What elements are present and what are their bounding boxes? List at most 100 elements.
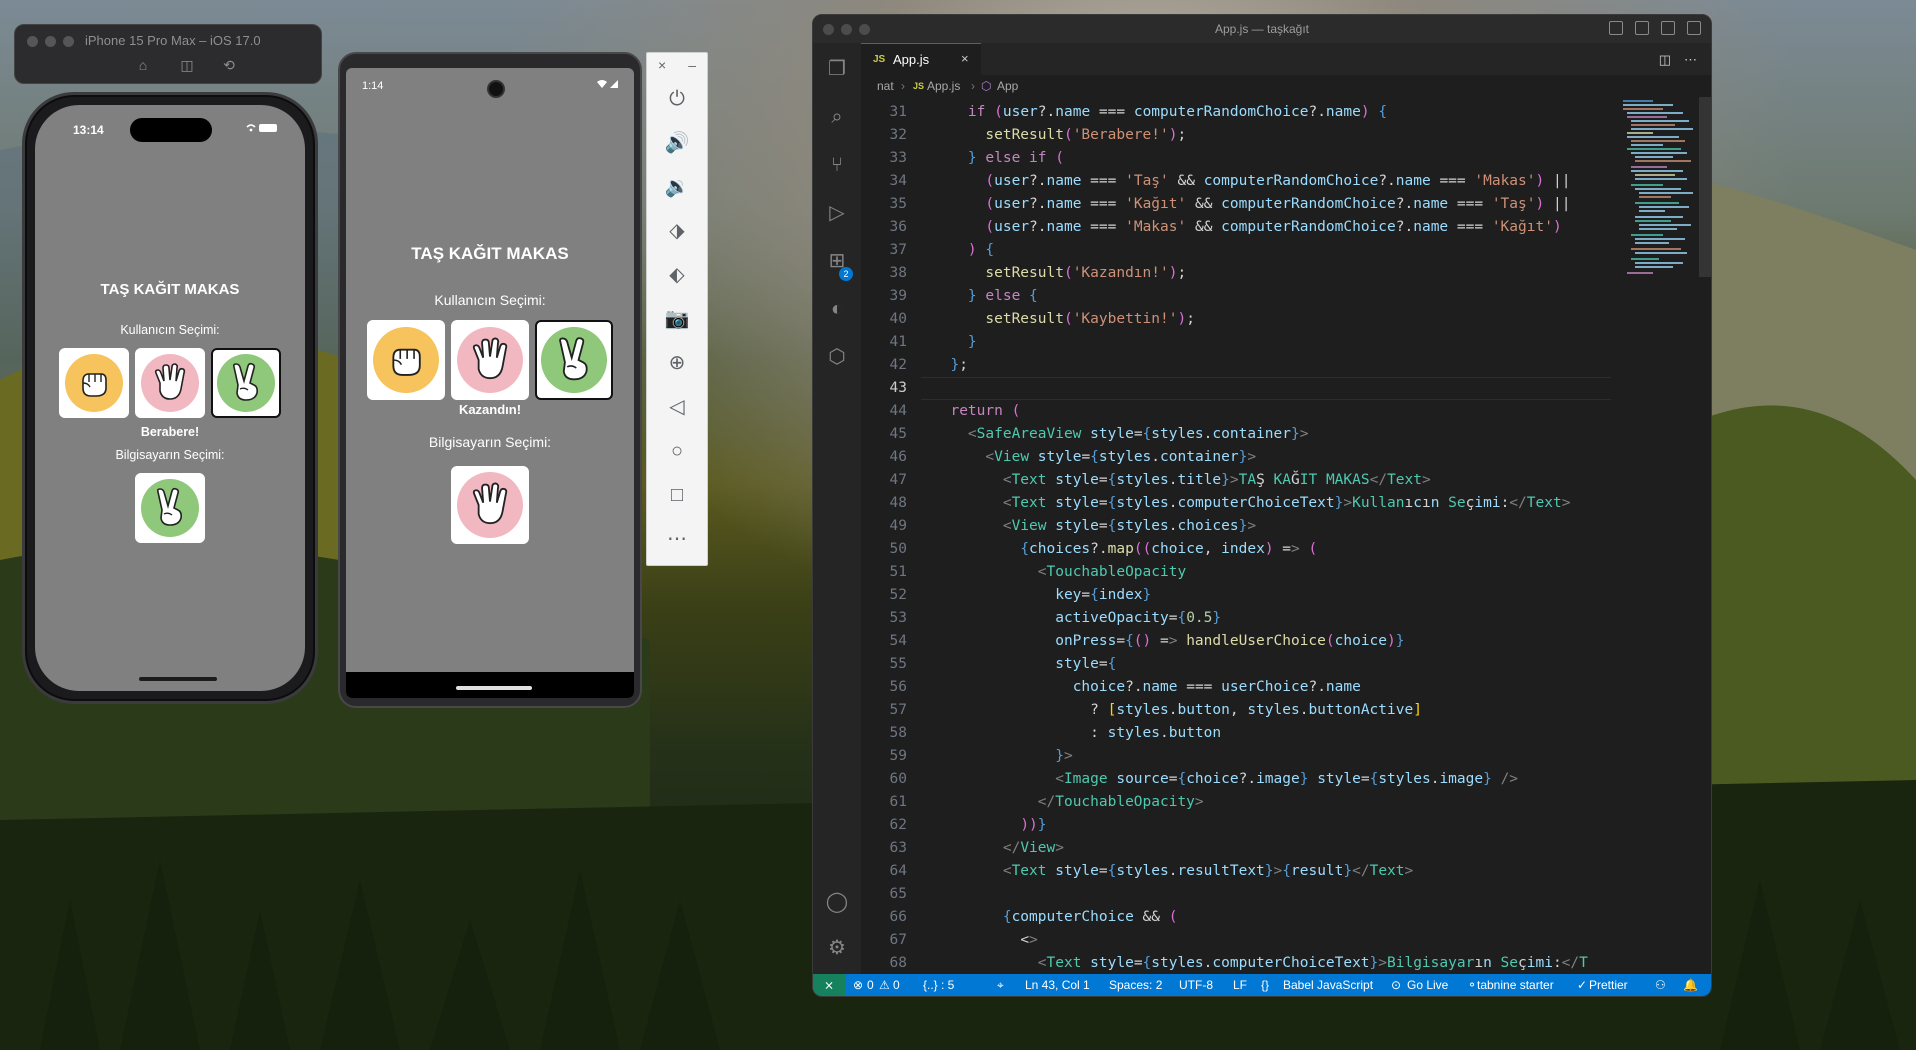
power-icon[interactable]: ⏻ (661, 83, 693, 115)
overview-icon[interactable]: □ (661, 479, 693, 511)
source-control-icon[interactable]: ⑂ (825, 153, 849, 177)
code-line[interactable]: 32 setResult('Berabere!'); (861, 124, 1711, 147)
code-line[interactable]: 47 <Text style={styles.title}>TAŞ KAĞIT … (861, 469, 1711, 492)
code-line[interactable]: 52 key={index} (861, 584, 1711, 607)
code-line[interactable]: 64 <Text style={styles.resultText}>{resu… (861, 860, 1711, 883)
braces-count[interactable]: {..} : 5 (923, 978, 954, 992)
remote-indicator-icon[interactable]: ⨯ (813, 974, 845, 996)
code-line[interactable]: 34 (user?.name === 'Taş' && computerRand… (861, 170, 1711, 193)
breadcrumb-symbol[interactable]: App (997, 79, 1018, 93)
code-line[interactable]: 51 <TouchableOpacity (861, 561, 1711, 584)
code-line[interactable]: 43 (861, 377, 1711, 400)
code-line[interactable]: 46 <View style={styles.container}> (861, 446, 1711, 469)
code-line[interactable]: 48 <Text style={styles.computerChoiceTex… (861, 492, 1711, 515)
volume-up-icon[interactable]: 🔊 (661, 127, 693, 159)
code-line[interactable]: 66 {computerChoice && ( (861, 906, 1711, 929)
code-line[interactable]: 65 (861, 883, 1711, 906)
breadcrumb-file[interactable]: App.js (927, 79, 960, 93)
code-line[interactable]: 67 <> (861, 929, 1711, 952)
location-icon[interactable]: ⌖ (997, 978, 1004, 993)
cursor-position[interactable]: Ln 43, Col 1 (1025, 978, 1090, 992)
code-editor[interactable]: 31 if (user?.name === computerRandomChoi… (861, 97, 1711, 974)
code-line[interactable]: 49 <View style={styles.choices}> (861, 515, 1711, 538)
end-of-line[interactable]: LF (1233, 978, 1247, 992)
split-editor-icon[interactable]: ◫ (1659, 52, 1671, 68)
camera-icon[interactable]: 📷 (661, 303, 693, 335)
volume-down-icon[interactable]: 🔉 (661, 171, 693, 203)
search-icon[interactable]: ⌕ (825, 105, 849, 129)
code-line[interactable]: 31 if (user?.name === computerRandomChoi… (861, 101, 1711, 124)
close-icon[interactable]: × (658, 57, 666, 75)
code-line[interactable]: 37 ) { (861, 239, 1711, 262)
code-line[interactable]: 54 onPress={() => handleUserChoice(choic… (861, 630, 1711, 653)
indentation[interactable]: Spaces: 2 (1109, 978, 1162, 992)
code-line[interactable]: 39 } else { (861, 285, 1711, 308)
docker-icon[interactable]: ⬡ (825, 345, 849, 369)
more-icon[interactable]: ⋯ (661, 523, 693, 555)
language-mode[interactable]: Babel JavaScript (1283, 978, 1373, 992)
code-line[interactable]: 44 return ( (861, 400, 1711, 423)
code-line[interactable]: 60 <Image source={choice?.image} style={… (861, 768, 1711, 791)
explorer-icon[interactable]: ❐ (825, 57, 849, 81)
warnings-icon[interactable]: ⚠ (879, 978, 890, 992)
code-line[interactable]: 45 <SafeAreaView style={styles.container… (861, 423, 1711, 446)
rotate-right-icon[interactable]: ⬖ (661, 259, 693, 291)
code-line[interactable]: 40 setResult('Kaybettin!'); (861, 308, 1711, 331)
warnings-count[interactable]: 0 (893, 978, 900, 992)
tab-app-js[interactable]: JS App.js × (861, 43, 981, 76)
screenshot-icon[interactable]: ◫ (179, 57, 195, 73)
close-tab-icon[interactable]: × (961, 51, 969, 66)
customize-layout-icon[interactable] (1687, 21, 1701, 35)
accounts-status-icon[interactable]: ⚇ (1655, 978, 1666, 992)
code-line[interactable]: 42 }; (861, 354, 1711, 377)
home-icon[interactable]: ○ (661, 435, 693, 467)
code-line[interactable]: 68 <Text style={styles.computerChoiceTex… (861, 952, 1711, 974)
paper-button[interactable] (451, 320, 529, 400)
toggle-panel-icon[interactable] (1635, 21, 1649, 35)
notifications-icon[interactable]: 🔔 (1683, 978, 1698, 992)
code-line[interactable]: 41 } (861, 331, 1711, 354)
paper-button[interactable] (135, 348, 205, 418)
prettier-status[interactable]: Prettier (1589, 978, 1628, 992)
breadcrumb-folder[interactable]: nat (877, 79, 894, 93)
gesture-pill[interactable] (456, 686, 532, 690)
scissors-button[interactable] (211, 348, 281, 418)
code-line[interactable]: 38 setResult('Kazandın!'); (861, 262, 1711, 285)
home-indicator[interactable] (139, 677, 217, 681)
accounts-icon[interactable]: ◯ (825, 890, 849, 914)
errors-count[interactable]: 0 (867, 978, 874, 992)
code-line[interactable]: 33 } else if ( (861, 147, 1711, 170)
tabnine-status[interactable]: tabnine starter (1477, 978, 1554, 992)
home-icon[interactable]: ⌂ (135, 57, 151, 73)
rock-button[interactable] (59, 348, 129, 418)
zoom-icon[interactable]: ⊕ (661, 347, 693, 379)
code-line[interactable]: 58 : styles.button (861, 722, 1711, 745)
code-line[interactable]: 63 </View> (861, 837, 1711, 860)
minimap[interactable] (1623, 97, 1699, 337)
code-line[interactable]: 62 ))} (861, 814, 1711, 837)
errors-icon[interactable]: ⊗ (853, 978, 863, 992)
editor-scrollbar[interactable] (1699, 97, 1711, 277)
code-line[interactable]: 57 ? [styles.button, styles.buttonActive… (861, 699, 1711, 722)
remote-explorer-icon[interactable]: ◐ (825, 297, 849, 321)
close-window-button[interactable] (27, 36, 38, 47)
code-line[interactable]: 35 (user?.name === 'Kağıt' && computerRa… (861, 193, 1711, 216)
encoding[interactable]: UTF-8 (1179, 978, 1213, 992)
code-line[interactable]: 50 {choices?.map((choice, index) => ( (861, 538, 1711, 561)
toggle-secondary-sidebar-icon[interactable] (1661, 21, 1675, 35)
run-debug-icon[interactable]: ▷ (825, 201, 849, 225)
rotate-left-icon[interactable]: ⬗ (661, 215, 693, 247)
zoom-window-button[interactable] (63, 36, 74, 47)
back-icon[interactable]: ◁ (661, 391, 693, 423)
more-actions-icon[interactable]: ⋯ (1684, 52, 1697, 68)
go-live-button[interactable]: Go Live (1407, 978, 1448, 992)
toggle-sidebar-icon[interactable] (1609, 21, 1623, 35)
code-line[interactable]: 59 }> (861, 745, 1711, 768)
minimize-window-button[interactable] (45, 36, 56, 47)
rotate-icon[interactable]: ⟲ (221, 57, 237, 73)
code-line[interactable]: 36 (user?.name === 'Makas' && computerRa… (861, 216, 1711, 239)
code-line[interactable]: 61 </TouchableOpacity> (861, 791, 1711, 814)
code-line[interactable]: 56 choice?.name === userChoice?.name (861, 676, 1711, 699)
code-line[interactable]: 53 activeOpacity={0.5} (861, 607, 1711, 630)
settings-gear-icon[interactable]: ⚙ (825, 936, 849, 960)
